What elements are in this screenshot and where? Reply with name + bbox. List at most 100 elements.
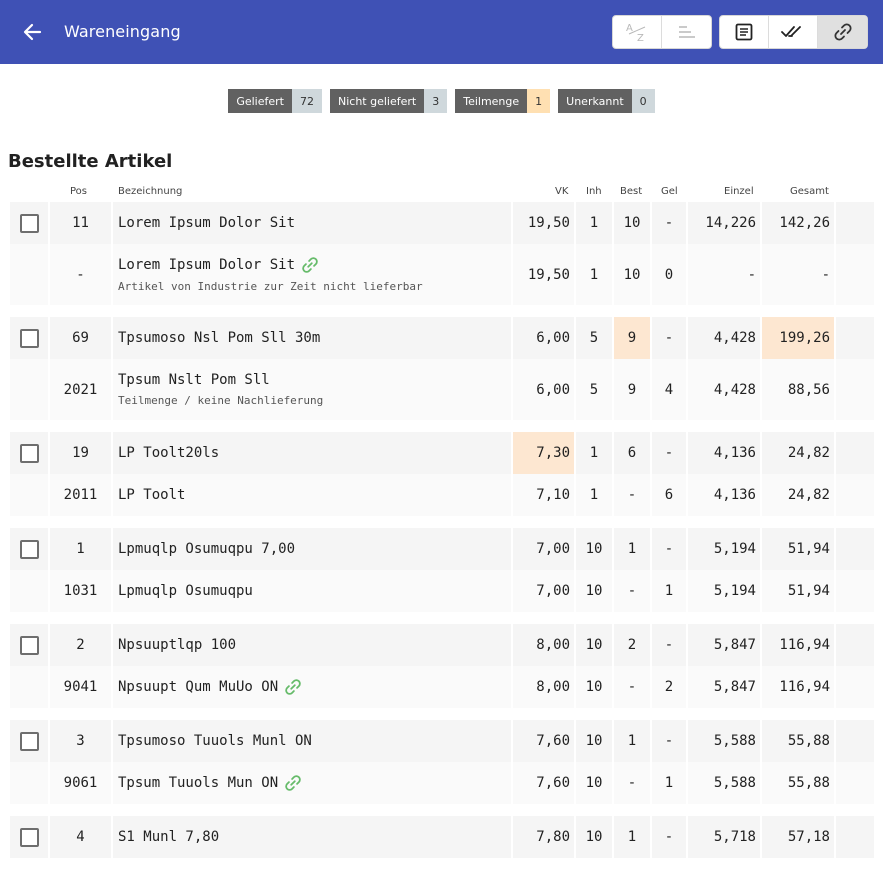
cell-gel: - <box>652 816 686 858</box>
cell-pos: 1 <box>50 528 111 570</box>
chip-geliefert[interactable]: Geliefert 72 <box>228 89 322 113</box>
list-icon <box>735 23 753 41</box>
cell-bezeichnung: LP Toolt <box>118 487 186 503</box>
cell-inh: 1 <box>576 244 612 305</box>
table-row[interactable]: 11 Lorem Ipsum Dolor Sit 19,50 1 10 - 14… <box>0 202 883 244</box>
chip-label: Unerkannt <box>558 89 632 113</box>
table-row-delivery[interactable]: 2011 LP Toolt 7,10 1 - 6 4,136 24,82 <box>0 474 883 516</box>
cell-best: 9 <box>614 359 650 420</box>
article-group: 1 Lpmuqlp Osumuqpu 7,00 7,00 10 1 - 5,19… <box>0 528 883 612</box>
sort-alpha-button[interactable]: A Z <box>613 16 662 48</box>
cell-end <box>836 359 874 420</box>
chip-teilmenge[interactable]: Teilmenge 1 <box>455 89 551 113</box>
cell-bezeichnung: LP Toolt20ls <box>118 445 220 461</box>
cell-bezeichnung: Npsuupt Qum MuUo ON <box>118 679 279 695</box>
cell-best: 10 <box>614 244 650 305</box>
cell-gel: - <box>652 202 686 244</box>
cell-gesamt: 116,94 <box>762 666 834 708</box>
link-icon[interactable] <box>301 256 319 274</box>
link-icon[interactable] <box>284 774 302 792</box>
sort-lines-icon <box>678 26 695 38</box>
col-einzel: Einzel <box>724 186 754 197</box>
cell-einzel: 5,194 <box>688 528 760 570</box>
arrow-left-icon <box>23 23 42 41</box>
cell-end <box>836 244 874 305</box>
cell-end <box>836 624 874 666</box>
cell-einzel: 5,847 <box>688 666 760 708</box>
table-row[interactable]: 1 Lpmuqlp Osumuqpu 7,00 7,00 10 1 - 5,19… <box>0 528 883 570</box>
cell-bezeichnung: Lorem Ipsum Dolor Sit <box>118 215 296 231</box>
link-icon[interactable] <box>284 678 302 696</box>
cell-pos: 2021 <box>50 359 111 420</box>
table-row[interactable]: 69 Tpsumoso Nsl Pom Sll 30m 6,00 5 9 - 4… <box>0 317 883 359</box>
cell-gesamt: 116,94 <box>762 624 834 666</box>
cell-einzel: 5,588 <box>688 762 760 804</box>
cell-bezeichnung: Tpsumoso Nsl Pom Sll 30m <box>118 330 321 346</box>
cell-gesamt: - <box>762 244 834 305</box>
chip-count: 1 <box>527 89 551 113</box>
row-checkbox[interactable] <box>19 539 39 559</box>
cell-gel: - <box>652 528 686 570</box>
table-row-delivery[interactable]: 9061 Tpsum Tuuols Mun ON 7,60 10 - 1 5,5… <box>0 762 883 804</box>
cell-end <box>836 570 874 612</box>
chip-count: 3 <box>424 89 448 113</box>
article-group: 19 LP Toolt20ls 7,30 1 6 - 4,136 24,82 2… <box>0 432 883 516</box>
cell-gesamt: 88,56 <box>762 359 834 420</box>
cell-inh: 10 <box>576 762 612 804</box>
link-toggle-button[interactable] <box>818 16 867 48</box>
article-group: 2 Npsuuptlqp 100 8,00 10 2 - 5,847 116,9… <box>0 624 883 708</box>
col-gesamt: Gesamt <box>790 186 829 197</box>
double-check-button[interactable] <box>769 16 818 48</box>
chip-unerkannt[interactable]: Unerkannt 0 <box>558 89 655 113</box>
cell-gel: - <box>652 624 686 666</box>
table-row[interactable]: 2 Npsuuptlqp 100 8,00 10 2 - 5,847 116,9… <box>0 624 883 666</box>
cell-pos: 19 <box>50 432 111 474</box>
sort-button-group: A Z <box>612 15 712 49</box>
cell-end <box>836 202 874 244</box>
status-chips: Geliefert 72 Nicht geliefert 3 Teilmenge… <box>0 89 883 113</box>
cell-einzel: 4,428 <box>688 359 760 420</box>
row-checkbox[interactable] <box>19 827 39 847</box>
cell-best: 1 <box>614 816 650 858</box>
table-row-delivery[interactable]: 9041 Npsuupt Qum MuUo ON 8,00 10 - 2 5,8… <box>0 666 883 708</box>
cell-pos: 11 <box>50 202 111 244</box>
row-checkbox[interactable] <box>19 213 39 233</box>
cell-pos: 9041 <box>50 666 111 708</box>
cell-best: - <box>614 762 650 804</box>
cell-bezeichnung: Lorem Ipsum Dolor Sit <box>118 257 296 273</box>
cell-inh: 10 <box>576 528 612 570</box>
cell-gel: 4 <box>652 359 686 420</box>
row-checkbox[interactable] <box>19 731 39 751</box>
cell-end <box>836 474 874 516</box>
table-row-delivery[interactable]: 2021 Tpsum Nslt Pom Sll Teilmenge / kein… <box>0 359 883 420</box>
cell-vk: 8,00 <box>513 666 574 708</box>
app-bar: Wareneingang A Z <box>0 0 883 64</box>
cell-vk: 7,60 <box>513 762 574 804</box>
table-row[interactable]: 3 Tpsumoso Tuuols Munl ON 7,60 10 1 - 5,… <box>0 720 883 762</box>
row-checkbox[interactable] <box>19 635 39 655</box>
row-checkbox[interactable] <box>19 328 39 348</box>
table-row[interactable]: 4 S1 Munl 7,80 7,80 10 1 - 5,718 57,18 <box>0 816 883 858</box>
table-row-delivery[interactable]: 1031 Lpmuqlp Osumuqpu 7,00 10 - 1 5,194 … <box>0 570 883 612</box>
cell-end <box>836 432 874 474</box>
cell-bezeichnung: Lpmuqlp Osumuqpu 7,00 <box>118 541 296 557</box>
back-button[interactable] <box>14 16 50 48</box>
cell-gesamt: 199,26 <box>762 317 834 359</box>
cell-gesamt: 57,18 <box>762 816 834 858</box>
sort-lines-button[interactable] <box>662 16 711 48</box>
cell-gesamt: 51,94 <box>762 570 834 612</box>
cell-best: 2 <box>614 624 650 666</box>
list-view-button[interactable] <box>720 16 769 48</box>
cell-bezeichnung: Npsuuptlqp 100 <box>118 637 237 653</box>
row-checkbox[interactable] <box>19 443 39 463</box>
cell-vk: 7,00 <box>513 528 574 570</box>
table-row-delivery[interactable]: - Lorem Ipsum Dolor Sit Artikel von Indu… <box>0 244 883 305</box>
cell-end <box>836 317 874 359</box>
cell-best: 1 <box>614 528 650 570</box>
row-note: Teilmenge / keine Nachlieferung <box>118 394 324 407</box>
table-row[interactable]: 19 LP Toolt20ls 7,30 1 6 - 4,136 24,82 <box>0 432 883 474</box>
chip-nicht-geliefert[interactable]: Nicht geliefert 3 <box>329 89 448 113</box>
col-vk: VK <box>555 186 569 197</box>
cell-vk: 7,30 <box>513 432 574 474</box>
cell-vk: 7,80 <box>513 816 574 858</box>
